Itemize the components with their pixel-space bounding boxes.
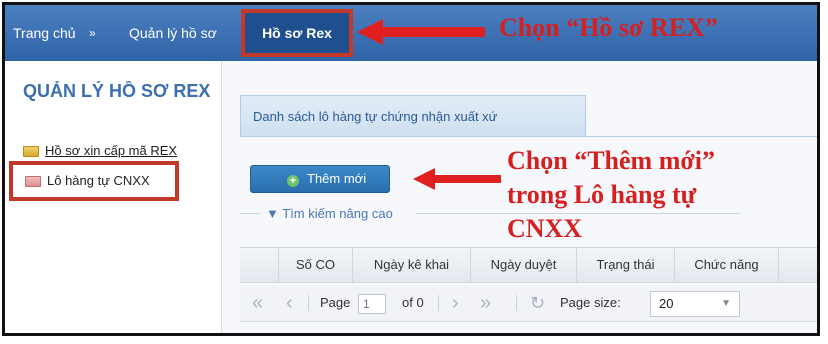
advanced-search-text: Tìm kiếm nâng cao bbox=[282, 206, 393, 221]
highlight-box-shipments: Lô hàng tự CNXX bbox=[9, 161, 179, 201]
nav-hoso-rex-link[interactable]: Hồ sơ Rex bbox=[245, 13, 349, 53]
page-number-input[interactable]: 1 bbox=[358, 294, 386, 314]
next-page-icon[interactable]: › bbox=[452, 285, 459, 321]
column-header-approval-date[interactable]: Ngày duyệt bbox=[470, 248, 576, 282]
page-size-value: 20 bbox=[659, 296, 674, 311]
callout-line: trong Lô hàng tự bbox=[507, 180, 697, 209]
add-new-label: Thêm mới bbox=[307, 171, 367, 186]
sidebar-item-self-certified-shipments[interactable]: Lô hàng tự CNXX bbox=[25, 173, 150, 188]
column-header-actions[interactable]: Chức năng bbox=[674, 248, 778, 282]
sidebar-item-label: Lô hàng tự CNXX bbox=[47, 173, 150, 188]
divider bbox=[438, 295, 439, 311]
first-page-icon[interactable]: « bbox=[252, 285, 263, 321]
screenshot-frame: Trang chủ » Quản lý hồ sơ Hồ sơ Rex Chọn… bbox=[2, 2, 820, 336]
advanced-search-label: ▼ Tìm kiếm nâng cao bbox=[262, 206, 397, 221]
chevron-down-icon: ▼ bbox=[721, 298, 731, 309]
top-nav-bar: Trang chủ » Quản lý hồ sơ Hồ sơ Rex Chọn… bbox=[5, 5, 817, 62]
callout-choose-add-new: Chọn “Thêm mới” trong Lô hàng tự CNXX bbox=[507, 144, 807, 246]
divider bbox=[516, 295, 517, 311]
sidebar-title: QUẢN LÝ HỒ SƠ REX bbox=[23, 81, 211, 101]
sidebar-item-rex-application[interactable]: Hồ sơ xin cấp mã REX bbox=[23, 143, 213, 158]
callout-line: CNXX bbox=[507, 214, 583, 243]
arrow-left-icon bbox=[357, 19, 485, 45]
last-page-icon[interactable]: » bbox=[480, 285, 491, 321]
table-header-filler bbox=[778, 248, 817, 282]
nav-manage-records-link[interactable]: Quản lý hồ sơ bbox=[129, 5, 237, 61]
table-header-checkbox-col bbox=[240, 248, 278, 282]
refresh-icon[interactable]: ↻ bbox=[530, 285, 545, 321]
folder-icon bbox=[23, 146, 39, 158]
add-new-button[interactable]: + Thêm mới bbox=[250, 165, 390, 193]
plus-circle-icon: + bbox=[287, 175, 299, 187]
pagination-bar: « ‹ Page 1 of 0 › » ↻ Page size: 20 ▼ bbox=[240, 285, 817, 322]
nav-separator: » bbox=[89, 26, 96, 40]
page-label: Page bbox=[320, 295, 351, 310]
page-of-label: of 0 bbox=[402, 295, 424, 310]
sidebar-item-label: Hồ sơ xin cấp mã REX bbox=[45, 143, 178, 158]
nav-home-link[interactable]: Trang chủ bbox=[13, 5, 76, 61]
tab-divider bbox=[240, 136, 817, 137]
column-header-declaration-date[interactable]: Ngày kê khai bbox=[352, 248, 470, 282]
page-size-select[interactable]: 20 ▼ bbox=[650, 291, 740, 317]
column-header-co-number[interactable]: Số CO bbox=[278, 248, 352, 282]
sidebar: QUẢN LÝ HỒ SƠ REX Hồ sơ xin cấp mã REX L… bbox=[5, 61, 222, 333]
divider bbox=[308, 295, 309, 311]
tab-shipment-list[interactable]: Danh sách lô hàng tự chứng nhận xuất xứ bbox=[240, 95, 586, 137]
callout-choose-rex: Chọn “Hồ sơ REX” bbox=[499, 13, 718, 42]
column-header-status[interactable]: Trạng thái bbox=[576, 248, 674, 282]
divider bbox=[240, 213, 260, 214]
folder-icon bbox=[25, 176, 41, 188]
page-size-label: Page size: bbox=[560, 295, 621, 310]
highlight-box-rex: Hồ sơ Rex bbox=[241, 9, 353, 57]
callout-line: Chọn “Thêm mới” bbox=[507, 146, 715, 175]
arrow-left-icon bbox=[413, 168, 501, 190]
table-header: Số CO Ngày kê khai Ngày duyệt Trạng thái… bbox=[240, 247, 817, 283]
prev-page-icon[interactable]: ‹ bbox=[286, 285, 293, 321]
